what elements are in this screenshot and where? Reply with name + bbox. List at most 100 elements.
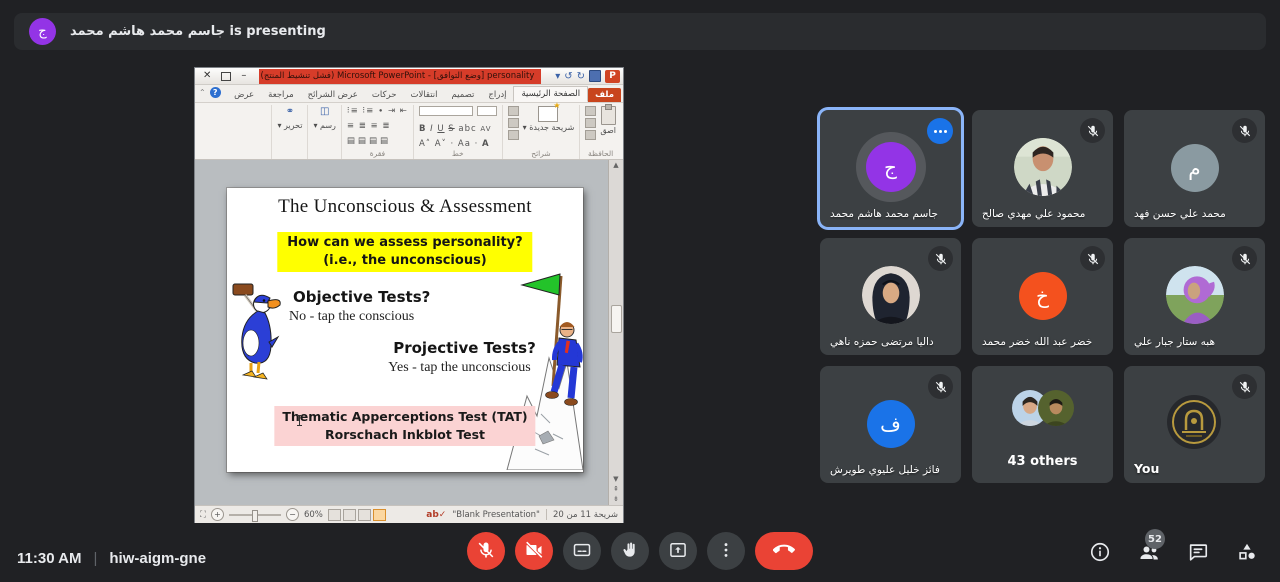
- participant-name: فائز خليل عليوي طويرش: [830, 464, 940, 476]
- spellcheck-icon[interactable]: ab✓: [426, 510, 446, 520]
- meeting-code: hiw-aigm-gne: [109, 550, 206, 567]
- scrollbar-thumb[interactable]: [611, 305, 622, 333]
- mic-off-indicator: [1232, 118, 1257, 143]
- fit-to-window-icon[interactable]: ⛶: [200, 510, 206, 520]
- slides-small-buttons[interactable]: [508, 106, 519, 140]
- zoom-slider[interactable]: [229, 514, 281, 516]
- avatar: [1014, 138, 1072, 196]
- slide-counter: شريحة 11 من 20: [553, 510, 618, 520]
- help-icon[interactable]: ?: [210, 87, 221, 98]
- participant-tile[interactable]: 43 others: [972, 366, 1113, 483]
- ppt-tab-0[interactable]: ملف: [588, 88, 621, 102]
- ppt-tab-6[interactable]: عرض الشرائح: [301, 88, 365, 102]
- avatar: ف: [867, 400, 915, 448]
- ppt-tab-4[interactable]: انتقالات: [403, 88, 444, 102]
- reading-view-icon[interactable]: [343, 509, 356, 521]
- pink-line-1: Thematic Apperceptions Test (TAT): [282, 408, 527, 426]
- tile-more-options-button[interactable]: [927, 118, 953, 144]
- clipboard-small-buttons[interactable]: [585, 106, 596, 140]
- window-close-icon[interactable]: ✕: [203, 71, 211, 81]
- drawing-group: ◫ رسم ▾: [307, 105, 340, 159]
- mic-off-indicator: [1232, 246, 1257, 271]
- undo-icon[interactable]: ↺: [564, 71, 572, 82]
- layout-icon[interactable]: [508, 106, 519, 116]
- reset-icon[interactable]: [508, 118, 519, 128]
- new-slide-button[interactable]: شريحة جديدة ▾: [523, 106, 575, 132]
- minimize-ribbon-icon[interactable]: ⌃: [199, 88, 206, 97]
- raise-hand-button[interactable]: [611, 532, 649, 570]
- mic-off-button[interactable]: [467, 532, 505, 570]
- save-icon[interactable]: [589, 70, 601, 82]
- participant-tile[interactable]: ف فائز خليل عليوي طويرش: [820, 366, 961, 483]
- new-slide-label: شريحة جديدة ▾: [523, 123, 575, 132]
- participant-tile[interactable]: هبه ستار جبار علي: [1124, 238, 1265, 355]
- participant-tile[interactable]: You: [1124, 366, 1265, 483]
- meeting-details-button[interactable]: [1088, 542, 1112, 566]
- format-painter-icon[interactable]: [585, 130, 596, 140]
- pink-line-2: Rorschach Inkblot Test: [282, 426, 527, 444]
- ppt-tab-3[interactable]: تصميم: [445, 88, 482, 102]
- font-group[interactable]: B I U S abc AV A˄ A˅ · Aa · A خط: [413, 105, 502, 159]
- presenting-banner: ج جاسم محمد هاشم محمد is presenting: [14, 13, 1266, 50]
- people-panel-button[interactable]: 52: [1137, 542, 1161, 566]
- paste-button[interactable]: اصق: [600, 106, 616, 135]
- zoom-slider-thumb[interactable]: [252, 510, 258, 522]
- participant-tile[interactable]: ممحمد علي حسن فهد: [1124, 110, 1265, 227]
- next-slide-icon[interactable]: ⇟: [613, 495, 619, 503]
- quick-access-toolbar[interactable]: ▾ ↺ ↻ P: [555, 70, 620, 83]
- slide-canvas[interactable]: The Unconscious & Assessment How can we …: [227, 188, 583, 472]
- edit-button[interactable]: تحرير ▾: [277, 121, 302, 130]
- chat-icon: [1187, 541, 1209, 567]
- mic-off-indicator: [928, 246, 953, 271]
- captions-button[interactable]: [563, 532, 601, 570]
- vertical-scrollbar[interactable]: ▲ ▼ ⇞ ⇟: [608, 160, 623, 505]
- camera-off-button[interactable]: [515, 532, 553, 570]
- more-options-button[interactable]: [707, 532, 745, 570]
- copy-icon[interactable]: [585, 118, 596, 128]
- scroll-down-icon[interactable]: ▼: [613, 475, 619, 483]
- more-options-icon: [716, 540, 736, 563]
- participant-tile[interactable]: محمود علي مهدي صالح: [972, 110, 1113, 227]
- activities-button[interactable]: [1235, 542, 1259, 566]
- ppt-tab-7[interactable]: مراجعة: [261, 88, 301, 102]
- slides-group-label: شرائح: [503, 149, 580, 158]
- window-minimize-icon[interactable]: –: [241, 71, 246, 81]
- avatar-pair: [1012, 390, 1074, 430]
- zoom-out-button[interactable]: −: [286, 508, 299, 521]
- presenting-label: is presenting: [225, 24, 326, 39]
- chat-panel-button[interactable]: [1186, 542, 1210, 566]
- ribbon-help-area[interactable]: ⌃ ?: [199, 87, 221, 98]
- previous-slide-icon[interactable]: ⇞: [613, 485, 619, 493]
- normal-view-icon[interactable]: [373, 509, 386, 521]
- cut-icon[interactable]: [585, 106, 596, 116]
- ppt-tab-2[interactable]: إدراج: [481, 88, 513, 102]
- participant-tile[interactable]: داليا مرتضى حمزه ناهي: [820, 238, 961, 355]
- paragraph-group[interactable]: ⁝≡ ⁝≡ ∙ ⇥ ⇤ ≡ ≣ ≡ ≣ ▤▤▤▤ فقرة: [341, 105, 413, 159]
- clipboard-group: اصق الحافظة: [579, 105, 621, 159]
- footer-panels: 52: [1088, 542, 1259, 566]
- presenter-name: جاسم محمد هاشم محمد: [70, 24, 225, 39]
- camera-off-icon: [524, 540, 544, 563]
- ppt-tab-8[interactable]: عرض: [227, 88, 261, 102]
- view-buttons[interactable]: [328, 509, 386, 521]
- slideshow-view-icon[interactable]: [328, 509, 341, 521]
- participant-tile[interactable]: خخضر عبد الله خضر محمد: [972, 238, 1113, 355]
- scroll-up-icon[interactable]: ▲: [613, 161, 618, 169]
- qat-dropdown-icon[interactable]: ▾: [555, 71, 560, 82]
- sorter-view-icon[interactable]: [358, 509, 371, 521]
- slide-pink-box: Thematic Apperceptions Test (TAT) Rorsch…: [274, 406, 535, 446]
- ppt-tab-5[interactable]: حركات: [365, 88, 404, 102]
- zoom-in-button[interactable]: +: [211, 508, 224, 521]
- window-maximize-icon[interactable]: [221, 72, 231, 81]
- draw-button[interactable]: رسم ▾: [313, 121, 335, 130]
- redo-icon[interactable]: ↻: [577, 71, 585, 82]
- activities-icon: [1236, 541, 1258, 567]
- present-button[interactable]: [659, 532, 697, 570]
- participant-count-badge: 52: [1145, 529, 1165, 549]
- ppt-tab-1[interactable]: الصفحة الرئيسية: [513, 86, 588, 102]
- participant-tile[interactable]: ججاسم محمد هاشم محمد: [820, 110, 961, 227]
- captions-icon: [572, 540, 592, 563]
- section-icon[interactable]: [508, 130, 519, 140]
- leave-call-button[interactable]: [755, 532, 813, 570]
- shared-powerpoint-window: ✕ – personality [وضع التوافق] - Microsof…: [195, 68, 623, 522]
